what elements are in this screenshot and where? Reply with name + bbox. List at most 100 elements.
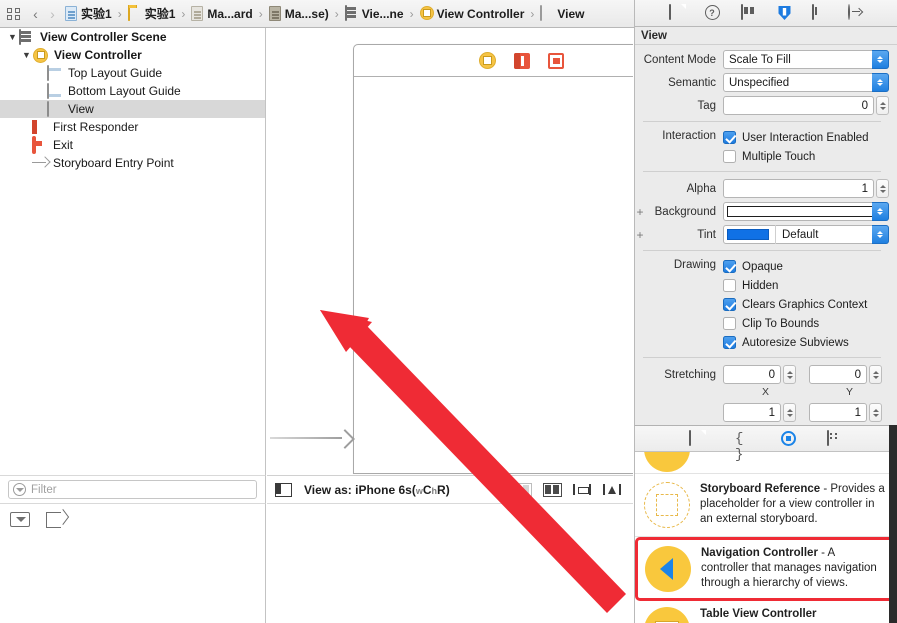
content-mode-select[interactable]: Scale To Fill: [723, 50, 889, 69]
list-item-table-view-controller-partial[interactable]: Table View Controller: [635, 601, 897, 623]
user-interaction-enabled-row[interactable]: User Interaction Enabled: [723, 128, 869, 147]
library-item-partial-above[interactable]: [635, 452, 897, 474]
outline-row-view-controller[interactable]: ▼ View Controller: [0, 46, 265, 64]
clip-to-bounds-checkbox[interactable]: [723, 317, 736, 330]
tag-input[interactable]: 0: [723, 96, 874, 115]
breadcrumb-item-base[interactable]: Ma...se): [268, 6, 329, 21]
autoresize-subviews-row[interactable]: Autoresize Subviews: [723, 333, 849, 352]
tag-icon[interactable]: [46, 512, 68, 528]
hidden-row[interactable]: Hidden: [723, 276, 778, 295]
dock-first-responder-icon[interactable]: [514, 52, 530, 69]
object-library-tab[interactable]: [781, 430, 797, 447]
pin-icon[interactable]: [603, 483, 622, 497]
connections-inspector-tab[interactable]: [847, 4, 864, 21]
tint-add-button[interactable]: +: [635, 228, 645, 242]
opaque-row[interactable]: Opaque: [723, 257, 783, 276]
breadcrumb-item-project[interactable]: 实验1: [65, 5, 112, 22]
disclosure-triangle-icon[interactable]: ▼: [20, 50, 33, 60]
stretching-width-stepper[interactable]: [783, 403, 796, 422]
file-inspector-tab[interactable]: [668, 4, 685, 21]
breadcrumb-item-storyboard[interactable]: Ma...ard: [191, 6, 253, 21]
identity-inspector-tab[interactable]: [740, 4, 757, 21]
opaque-checkbox[interactable]: [723, 260, 736, 273]
outline-row-bottom-layout-guide[interactable]: Bottom Layout Guide: [0, 82, 265, 100]
tint-color-well[interactable]: Default: [723, 225, 889, 244]
view-controller-scene-card[interactable]: [353, 44, 633, 474]
stretching-width-input[interactable]: 1: [723, 403, 781, 422]
clears-graphics-context-label: Clears Graphics Context: [742, 298, 868, 311]
storyboard-canvas[interactable]: [267, 28, 633, 475]
chevron-updown-icon[interactable]: [872, 225, 889, 244]
stretching-height-input[interactable]: 1: [809, 403, 867, 422]
chevron-updown-icon[interactable]: [872, 50, 889, 69]
autoresize-subviews-checkbox[interactable]: [723, 336, 736, 349]
navigate-back-button[interactable]: ‹: [28, 7, 43, 21]
navigate-forward-button[interactable]: ›: [45, 7, 60, 21]
dock-exit-icon[interactable]: [548, 52, 564, 69]
chevron-updown-icon[interactable]: [872, 202, 889, 221]
outline-row-view[interactable]: View: [0, 100, 265, 118]
disclosure-triangle-icon[interactable]: ▼: [6, 32, 19, 42]
quick-help-inspector-tab[interactable]: ?: [704, 5, 721, 21]
code-snippet-library-tab[interactable]: { }: [735, 431, 751, 462]
stretching-y-input[interactable]: 0: [809, 365, 867, 384]
breadcrumb-item-view[interactable]: View: [540, 5, 585, 21]
object-library-panel[interactable]: { } Storyboard Reference - Provides a pl…: [634, 425, 897, 623]
breadcrumb-label: Ma...se): [284, 6, 329, 21]
outline-row-top-layout-guide[interactable]: Top Layout Guide: [0, 64, 265, 82]
background-color-well[interactable]: [723, 202, 889, 221]
user-interaction-enabled-label: User Interaction Enabled: [742, 131, 869, 144]
storyboard-reference-icon: [644, 482, 690, 528]
outline-row-exit[interactable]: Exit: [0, 135, 265, 154]
media-library-tab[interactable]: [827, 429, 843, 447]
tag-stepper[interactable]: [876, 96, 889, 115]
hidden-checkbox[interactable]: [723, 279, 736, 292]
library-item-list[interactable]: Storyboard Reference - Provides a placeh…: [635, 452, 897, 623]
breadcrumb-item-scene[interactable]: Vie...ne: [344, 5, 404, 21]
outline-row-first-responder[interactable]: First Responder: [0, 118, 265, 136]
outline-row-view-controller-scene[interactable]: ▼ View Controller Scene: [0, 28, 265, 46]
semantic-control: Unspecified: [723, 73, 889, 92]
file-template-library-tab[interactable]: [689, 429, 705, 447]
stretching-height-stepper[interactable]: [869, 403, 882, 422]
view-as-label[interactable]: View as: iPhone 6s(wChR): [304, 483, 450, 497]
stretching-x-stepper[interactable]: [783, 365, 796, 384]
multiple-touch-row[interactable]: Multiple Touch: [723, 147, 815, 166]
search-input[interactable]: Filter: [8, 480, 257, 499]
breadcrumb-item-folder[interactable]: 实验1: [127, 5, 175, 22]
storyboard-entry-point-arrow[interactable]: [270, 430, 356, 446]
attributes-inspector: ? View Content Mode Scale To Fill Semant…: [634, 0, 897, 436]
background-add-button[interactable]: +: [635, 205, 645, 219]
dock-view-controller-icon[interactable]: [479, 52, 496, 69]
align-icon[interactable]: [573, 483, 592, 497]
size-inspector-tab[interactable]: [811, 4, 828, 21]
attributes-inspector-tab[interactable]: [777, 5, 792, 21]
multiple-touch-checkbox[interactable]: [723, 150, 736, 163]
related-items-icon[interactable]: [7, 7, 22, 21]
clip-to-bounds-row[interactable]: Clip To Bounds: [723, 314, 819, 333]
update-frames-icon[interactable]: [513, 482, 532, 497]
view-as-device: iPhone 6s: [355, 482, 412, 497]
tint-row: + Tint Default: [635, 224, 889, 245]
user-interaction-enabled-checkbox[interactable]: [723, 131, 736, 144]
background-control: [723, 202, 889, 221]
list-item-navigation-controller-highlighted[interactable]: Navigation Controller - A controller tha…: [635, 537, 897, 601]
semantic-select[interactable]: Unspecified: [723, 73, 889, 92]
embed-icon[interactable]: [543, 482, 562, 497]
chevron-updown-icon[interactable]: [872, 73, 889, 92]
document-outline-panel[interactable]: ▼ View Controller Scene ▼ View Controlle…: [0, 28, 266, 475]
multiple-touch-label: Multiple Touch: [742, 150, 816, 163]
alpha-input[interactable]: 1: [723, 179, 874, 198]
outline-bottom-toolbar: [0, 503, 266, 623]
list-item[interactable]: Storyboard Reference - Provides a placeh…: [635, 474, 897, 537]
breadcrumb-item-view-controller[interactable]: View Controller: [419, 6, 524, 21]
clears-graphics-context-row[interactable]: Clears Graphics Context: [723, 295, 867, 314]
outline-row-storyboard-entry-point[interactable]: Storyboard Entry Point: [0, 154, 265, 172]
triangle-in-box-icon[interactable]: [10, 512, 30, 527]
clears-graphics-context-checkbox[interactable]: [723, 298, 736, 311]
alpha-stepper[interactable]: [876, 179, 889, 198]
stretching-x-input[interactable]: 0: [723, 365, 781, 384]
tint-value: Default: [782, 228, 819, 241]
split-rect-icon[interactable]: [275, 482, 292, 497]
stretching-y-stepper[interactable]: [869, 365, 882, 384]
